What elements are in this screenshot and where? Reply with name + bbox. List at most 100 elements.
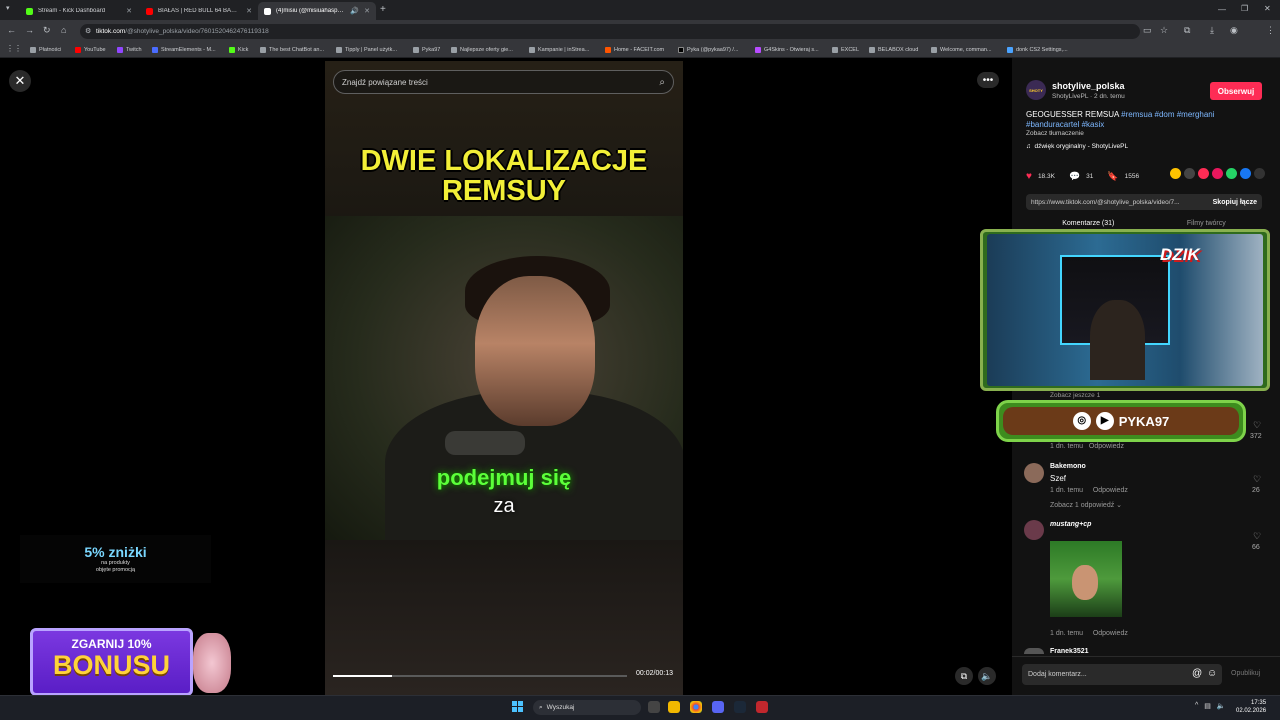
sound-link[interactable]: ♫ dźwięk oryginalny - ShotyLivePL xyxy=(1026,143,1128,150)
bookmark-item[interactable]: Płatności xyxy=(30,45,61,55)
windows-start-icon[interactable] xyxy=(512,701,523,712)
comment-like-icon[interactable]: ♡ xyxy=(1253,531,1261,542)
view-more-replies[interactable]: Zobacz jeszcze 1 xyxy=(1050,392,1100,399)
minimize-icon[interactable]: — xyxy=(1218,5,1226,14)
menu-icon[interactable]: ⋮ xyxy=(1266,25,1275,36)
comment-avatar[interactable] xyxy=(1024,520,1044,540)
close-video-button[interactable]: ✕ xyxy=(9,70,31,92)
bookmark-item[interactable]: donk CS2 Settings,... xyxy=(1007,45,1068,55)
tab-mute-icon[interactable]: 🔊 xyxy=(350,7,359,15)
tab-close-icon[interactable]: ✕ xyxy=(246,7,252,15)
downloads-icon[interactable]: ⤓ xyxy=(1210,25,1214,36)
bookmark-item[interactable]: BELABOX cloud xyxy=(869,45,918,55)
apps-icon[interactable]: ⋮⋮ xyxy=(6,44,22,53)
cast-icon[interactable]: ▭ xyxy=(1143,25,1152,36)
bookmark-item[interactable]: Pyka (@pykaa97) /... xyxy=(678,45,738,55)
file-explorer-icon[interactable] xyxy=(668,701,680,713)
maximize-icon[interactable]: ❐ xyxy=(1241,4,1248,13)
embed-icon[interactable] xyxy=(1184,168,1195,179)
coin-icon[interactable] xyxy=(1170,168,1181,179)
reply-link[interactable]: Odpowiedz xyxy=(1089,443,1124,450)
follow-button[interactable]: Obserwuj xyxy=(1210,82,1262,100)
reply-link[interactable]: Odpowiedz xyxy=(1093,630,1128,637)
copy-link-button[interactable]: Skopiuj łącze xyxy=(1213,199,1257,206)
bookmark-item[interactable]: Kampanie | inStrea... xyxy=(529,45,589,55)
comment-username[interactable]: Bakemono xyxy=(1050,463,1086,470)
captions-button[interactable]: ⧉ xyxy=(955,667,973,685)
task-view-icon[interactable] xyxy=(648,701,660,713)
steam-icon[interactable] xyxy=(734,701,746,713)
home-icon[interactable]: ⌂ xyxy=(61,25,66,35)
bookmark-item[interactable]: YouTube xyxy=(75,45,106,55)
comment-avatar[interactable] xyxy=(1024,648,1044,654)
comment-avatar[interactable] xyxy=(1024,463,1044,483)
publish-button[interactable]: Opublikuj xyxy=(1231,670,1260,677)
tab-kick-dashboard[interactable]: Stream - Kick Dashboard ✕ xyxy=(20,2,138,20)
bookmark-item[interactable]: Twitch xyxy=(117,45,142,55)
post-link-box[interactable]: https://www.tiktok.com/@shotylive_polska… xyxy=(1026,194,1262,210)
volume-button[interactable]: 🔈 xyxy=(978,667,996,685)
tab-creator-videos[interactable]: Filmy twórcy xyxy=(1187,220,1226,227)
bookmark-item[interactable]: G4Skins - Otwieraj s... xyxy=(755,45,819,55)
heart-icon[interactable]: ♥ xyxy=(1026,171,1032,182)
mention-icon[interactable]: @ xyxy=(1192,668,1202,679)
bookmark-item[interactable]: Kick xyxy=(229,45,248,55)
comment-like-icon[interactable]: ♡ xyxy=(1253,474,1261,485)
window-close-icon[interactable]: ✕ xyxy=(1264,4,1271,13)
forward-icon[interactable]: → xyxy=(25,25,34,35)
bookmark-item[interactable]: StreamElements - M... xyxy=(152,45,216,55)
pinterest-icon[interactable] xyxy=(1212,168,1223,179)
send-icon[interactable] xyxy=(1198,168,1209,179)
comment-username[interactable]: Franek3521 xyxy=(1050,648,1089,654)
bookmark-item[interactable]: EXCEL xyxy=(832,45,859,55)
tab-close-icon[interactable]: ✕ xyxy=(364,7,370,15)
comment-like-icon[interactable]: ♡ xyxy=(1253,420,1261,431)
comment-username[interactable]: mustang+cp xyxy=(1050,521,1091,528)
bookmark-item[interactable]: Najlepsze oferty gie... xyxy=(451,45,513,55)
chrome-icon[interactable] xyxy=(690,701,702,713)
author-username[interactable]: shotylive_polska xyxy=(1052,81,1125,91)
view-replies-link[interactable]: Zobacz 1 odpowiedź ⌄ xyxy=(1050,501,1122,509)
tab-close-icon[interactable]: ✕ xyxy=(126,7,132,15)
video-progress-bar[interactable] xyxy=(333,675,627,677)
bookmark-item[interactable]: The best ChatBot an... xyxy=(260,45,324,55)
bookmark-star-icon[interactable]: ☆ xyxy=(1160,25,1168,36)
back-icon[interactable]: ← xyxy=(7,25,16,35)
related-search-input[interactable]: Znajdź powiązane treści ⌕ xyxy=(333,70,674,94)
bookmark-icon[interactable]: 🔖 xyxy=(1107,171,1118,182)
taskbar-search[interactable]: ⌕ Wyszukaj xyxy=(533,700,641,715)
extensions-icon[interactable]: ⧉ xyxy=(1184,25,1190,36)
site-info-icon[interactable]: ⚙ xyxy=(85,27,91,35)
tab-comments[interactable]: Komentarze (31) xyxy=(1062,220,1114,227)
new-tab-button[interactable]: + xyxy=(380,4,386,15)
network-icon[interactable]: ▤ xyxy=(1204,702,1211,710)
promo-text: objęte promocją xyxy=(95,567,136,573)
share-arrow-icon[interactable] xyxy=(1254,168,1265,179)
search-icon[interactable]: ⌕ xyxy=(659,77,665,88)
see-translation-link[interactable]: Zobacz tłumaczenie xyxy=(1026,130,1084,137)
hashtags[interactable]: #banduracartel #kasix xyxy=(1026,120,1104,129)
profile-icon[interactable]: ◉ xyxy=(1230,25,1238,36)
tab-list-icon[interactable]: ▾ xyxy=(6,4,10,12)
bookmark-item[interactable]: Home - FACEIT.com xyxy=(605,45,664,55)
bookmark-item[interactable]: Pyka97 xyxy=(413,45,440,55)
tab-youtube-bialas[interactable]: BIAŁAS | RED BULL 64 BARS - Y ✕ xyxy=(140,2,258,20)
emoji-icon[interactable]: ☺ xyxy=(1207,668,1217,679)
comment-icon[interactable]: 💬 xyxy=(1069,171,1080,182)
whatsapp-icon[interactable] xyxy=(1226,168,1237,179)
tray-arrow-icon[interactable]: ^ xyxy=(1195,702,1198,710)
facebook-icon[interactable] xyxy=(1240,168,1251,179)
tab-tiktok-active[interactable]: (4)misiu (@misiuahaspoko) 🔊 ✕ xyxy=(258,2,376,20)
app-icon[interactable] xyxy=(756,701,768,713)
bookmark-item[interactable]: Welcome, comman... xyxy=(931,45,992,55)
author-avatar[interactable]: SHOTY xyxy=(1026,80,1046,100)
reload-icon[interactable]: ↻ xyxy=(43,25,51,36)
volume-icon[interactable]: 🔈 xyxy=(1217,702,1226,710)
url-bar[interactable]: tiktok.com/@shotylive_polska/video/76015… xyxy=(80,24,1140,39)
taskbar-clock[interactable]: 17:35 02.02.2026 xyxy=(1236,699,1266,715)
hashtags[interactable]: #remsua #dom #merghani xyxy=(1121,110,1214,119)
bookmark-item[interactable]: Tipply | Panel użytk... xyxy=(336,45,397,55)
reply-link[interactable]: Odpowiedz xyxy=(1093,487,1128,494)
more-options-button[interactable]: ••• xyxy=(977,72,999,88)
discord-icon[interactable] xyxy=(712,701,724,713)
